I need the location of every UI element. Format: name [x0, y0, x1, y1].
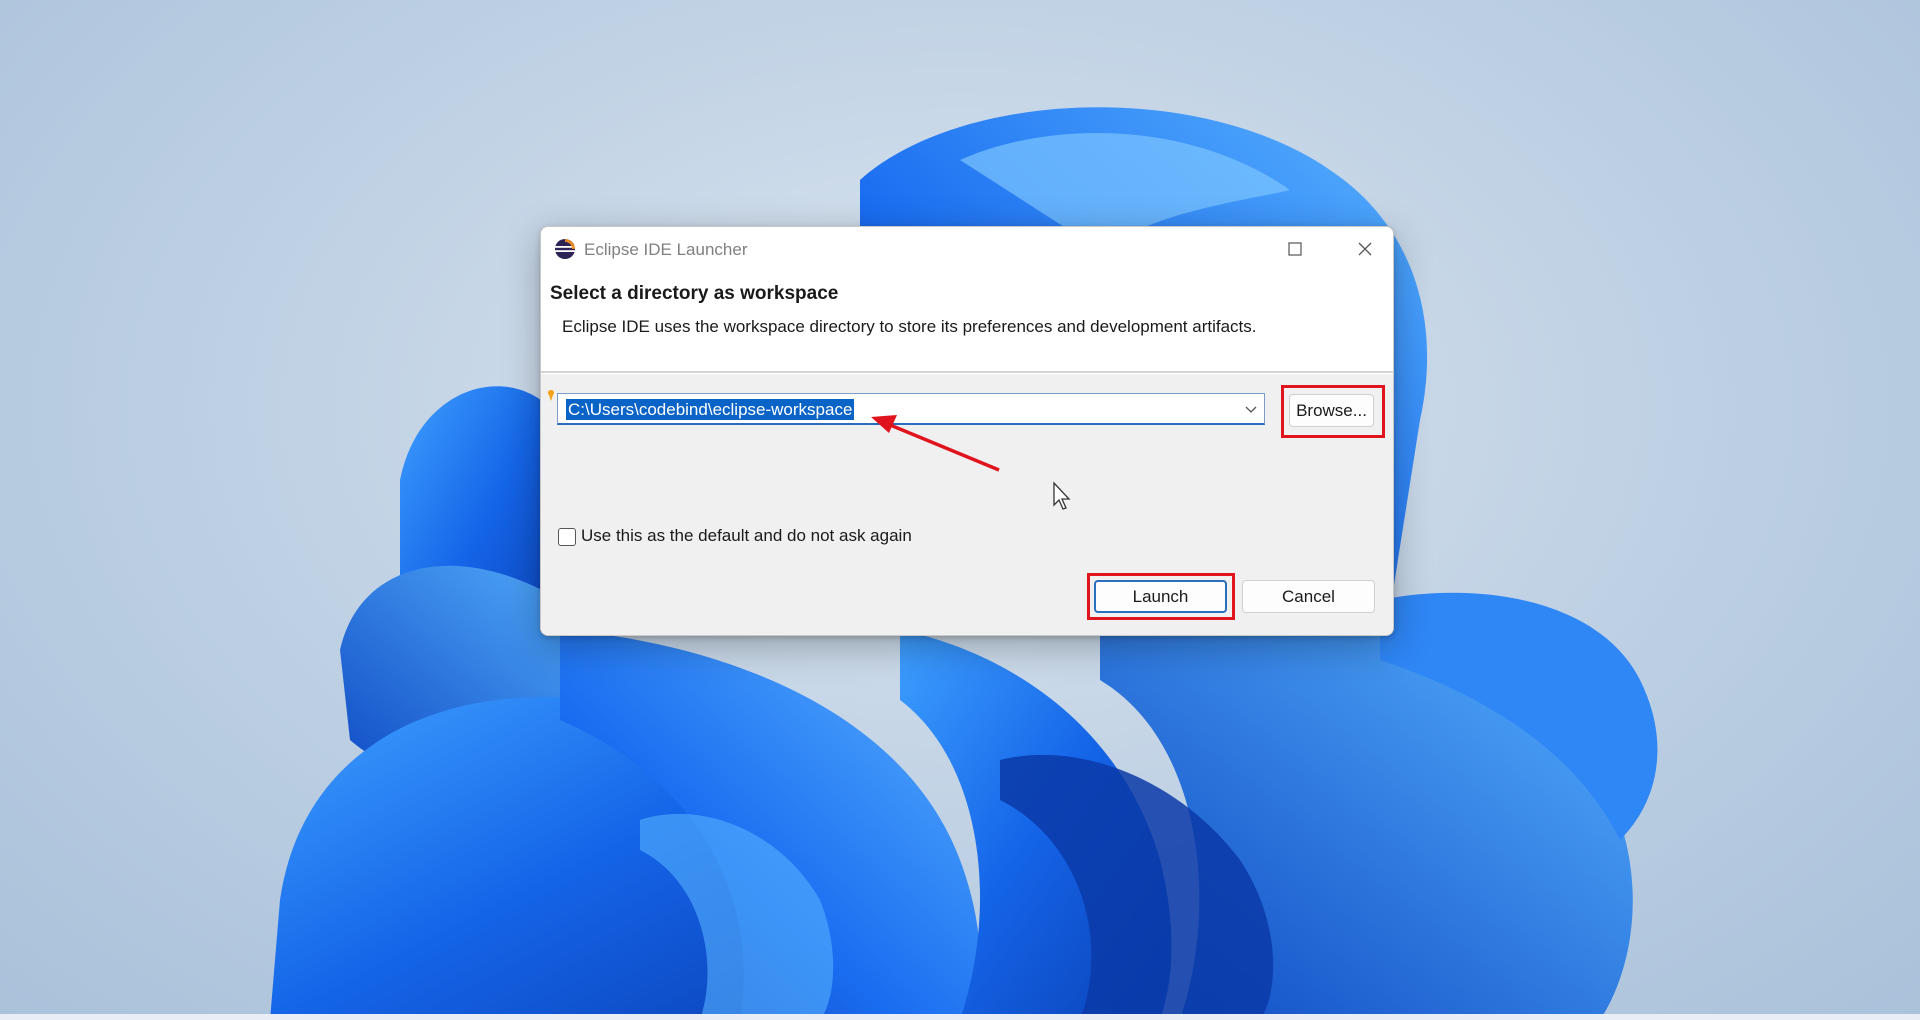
taskbar-edge [0, 1014, 1920, 1020]
workspace-path-combo[interactable]: C:\Users\codebind\eclipse-workspace [557, 393, 1265, 425]
close-icon [1358, 242, 1372, 256]
maximize-icon [1288, 242, 1302, 256]
cancel-button[interactable]: Cancel [1242, 580, 1375, 613]
default-workspace-checkbox-label[interactable]: Use this as the default and do not ask a… [581, 526, 912, 546]
dialog-description: Eclipse IDE uses the workspace directory… [562, 317, 1257, 336]
default-workspace-checkbox[interactable] [558, 528, 576, 546]
workspace-path-value[interactable]: C:\Users\codebind\eclipse-workspace [566, 399, 855, 420]
launch-highlight-annotation [1087, 573, 1235, 620]
mouse-pointer-icon [1053, 481, 1071, 510]
dialog-heading: Select a directory as workspace [550, 283, 839, 304]
eclipse-icon [555, 239, 575, 259]
browse-highlight-annotation [1281, 385, 1385, 438]
content-assist-icon [547, 390, 555, 401]
chevron-down-icon[interactable] [1244, 402, 1258, 416]
close-button[interactable] [1337, 227, 1393, 271]
window-title: Eclipse IDE Launcher [584, 240, 748, 259]
eclipse-launcher-dialog: Eclipse IDE Launcher Select a directory … [540, 226, 1394, 636]
title-bar[interactable]: Eclipse IDE Launcher [541, 227, 1393, 271]
maximize-button[interactable] [1267, 227, 1323, 271]
